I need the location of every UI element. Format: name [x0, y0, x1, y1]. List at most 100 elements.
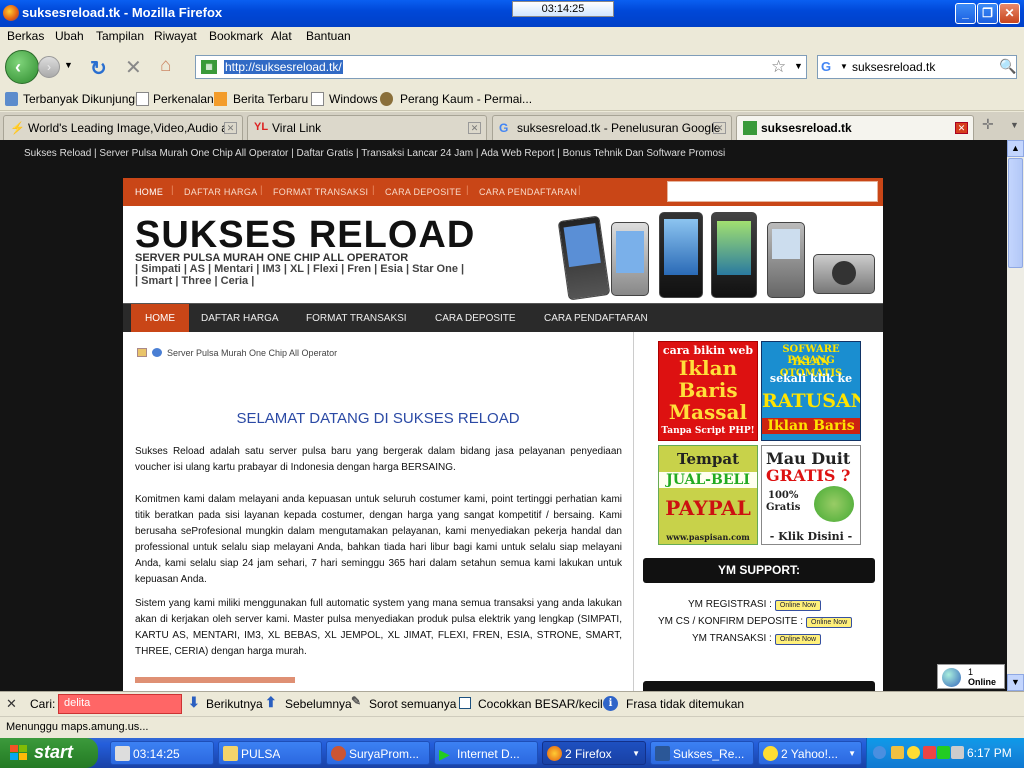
- up-arrow-icon[interactable]: ⬆: [265, 694, 277, 711]
- close-button[interactable]: ✕: [999, 3, 1020, 24]
- tab-close-icon[interactable]: ✕: [468, 122, 481, 134]
- group-dropdown-icon: ▼: [848, 749, 856, 758]
- ym-online-button[interactable]: Online Now: [774, 600, 822, 611]
- mainnav-format-transaksi[interactable]: FORMAT TRANSAKSI: [292, 304, 421, 333]
- menu-ubah[interactable]: Ubah: [55, 29, 84, 43]
- online-counter-widget[interactable]: 1 Online: [937, 664, 1005, 689]
- search-input[interactable]: suksesreload.tk: [852, 60, 935, 74]
- find-next-button[interactable]: Berikutnya: [206, 697, 263, 711]
- taskbar-item-sukses-re[interactable]: Sukses_Re...: [650, 741, 754, 765]
- topnav-daftar-harga[interactable]: DAFTAR HARGA: [184, 187, 257, 197]
- tab-1[interactable]: ⚡ World's Leading Image,Video,Audio a...…: [3, 115, 243, 140]
- topnav-format-transaksi[interactable]: FORMAT TRANSAKSI: [273, 187, 368, 197]
- highlight-all-button[interactable]: Sorot semuanya: [369, 697, 456, 711]
- info-icon: i: [603, 696, 618, 711]
- document-icon: [655, 746, 670, 761]
- mainnav-cara-pendaftaran[interactable]: CARA PENDAFTARAN: [530, 304, 662, 333]
- menu-riwayat[interactable]: Riwayat: [154, 29, 197, 43]
- tray-messenger-icon[interactable]: [891, 746, 904, 759]
- breadcrumb-text[interactable]: Server Pulsa Murah One Chip All Operator: [167, 348, 337, 358]
- tray-yahoo-icon[interactable]: [907, 746, 920, 759]
- match-case-checkbox[interactable]: [459, 697, 471, 709]
- topnav-cara-pendaftaran[interactable]: CARA PENDAFTARAN: [479, 187, 577, 197]
- highlight-pen-icon[interactable]: ✎: [351, 694, 361, 708]
- taskbar-item-clock[interactable]: 03:14:25: [110, 741, 214, 765]
- mainnav-daftar-harga[interactable]: DAFTAR HARGA: [187, 304, 293, 333]
- taskbar-item-suryaprom[interactable]: SuryaProm...: [326, 741, 430, 765]
- menu-alat[interactable]: Alat: [271, 29, 292, 43]
- start-label: start: [34, 742, 74, 762]
- forward-button[interactable]: ›: [38, 56, 60, 78]
- smiley-icon: [763, 746, 778, 761]
- taskbar-item-internet[interactable]: ▶ Internet D...: [434, 741, 538, 765]
- back-button[interactable]: ‹: [5, 50, 39, 84]
- ym-online-button[interactable]: Online Now: [774, 634, 822, 645]
- taskbar-item-yahoo[interactable]: 2 Yahoo!... ▼: [758, 741, 862, 765]
- url-text[interactable]: http://suksesreload.tk/: [224, 60, 343, 74]
- reload-icon[interactable]: ↻: [90, 56, 107, 81]
- down-arrow-icon[interactable]: ⬇: [188, 694, 200, 711]
- ad-sofware-pasang[interactable]: SOFWARE PASANG IKLAN OTOMATIS sekali kli…: [761, 341, 861, 441]
- menu-berkas[interactable]: Berkas: [7, 29, 44, 43]
- tab-2[interactable]: YL Viral Link ✕: [247, 115, 487, 140]
- menu-bookmark[interactable]: Bookmark: [209, 29, 263, 43]
- bookmark-terbanyak[interactable]: Terbanyak Dikunjungi: [23, 92, 138, 106]
- menu-bantuan[interactable]: Bantuan: [306, 29, 351, 43]
- mainnav-home[interactable]: HOME: [131, 304, 189, 333]
- tray-app-icon[interactable]: [923, 746, 936, 759]
- match-case-label[interactable]: Cocokkan BESAR/kecil: [478, 697, 603, 711]
- find-previous-button[interactable]: Sebelumnya: [285, 697, 352, 711]
- tab-4-active[interactable]: suksesreload.tk ✕: [736, 115, 974, 141]
- home-icon[interactable]: ⌂: [160, 55, 171, 77]
- tray-network-icon[interactable]: [951, 746, 964, 759]
- money-image: [814, 486, 854, 522]
- find-status-message: Frasa tidak ditemukan: [626, 697, 745, 711]
- tab-close-icon[interactable]: ✕: [713, 122, 726, 134]
- search-box[interactable]: G ▼ suksesreload.tk 🔍: [817, 55, 1017, 79]
- start-button[interactable]: start: [0, 738, 98, 768]
- vertical-scrollbar[interactable]: ▲ ▼: [1007, 140, 1024, 691]
- tab-close-icon[interactable]: ✕: [224, 122, 237, 134]
- topnav-cara-deposite[interactable]: CARA DEPOSITE: [385, 187, 461, 197]
- minimize-button[interactable]: _: [955, 3, 976, 24]
- tray-clock[interactable]: 6:17 PM: [967, 746, 1012, 760]
- bookmark-perang-kaum[interactable]: Perang Kaum - Permai...: [400, 92, 532, 106]
- ad-jual-beli-paypal[interactable]: Tempat JUAL-BELI PAYPAL www.paspisan.com: [658, 445, 758, 545]
- close-find-bar-icon[interactable]: ✕: [6, 696, 17, 712]
- history-dropdown-icon[interactable]: ▼: [64, 60, 73, 70]
- ad-iklan-baris-massal[interactable]: cara bikin web Iklan Baris Massal Tanpa …: [658, 341, 758, 441]
- site-header: SUKSES RELOAD SERVER PULSA MURAH ONE CHI…: [123, 206, 883, 303]
- mainnav-cara-deposite[interactable]: CARA DEPOSITE: [421, 304, 530, 333]
- user-icon: [152, 348, 162, 357]
- scroll-thumb[interactable]: [1008, 158, 1023, 268]
- maximize-button[interactable]: ❐: [977, 3, 998, 24]
- ad-mau-duit-gratis[interactable]: Mau Duit GRATIS ? 100% Gratis - Klik Dis…: [761, 445, 861, 545]
- search-engine-dropdown-icon[interactable]: ▼: [840, 62, 848, 71]
- stop-icon[interactable]: ✕: [125, 55, 142, 80]
- site-search-input[interactable]: [667, 181, 878, 202]
- tab-dropdown-icon[interactable]: ▼: [1010, 120, 1019, 130]
- scroll-down-icon[interactable]: ▼: [1007, 674, 1024, 691]
- tab-3[interactable]: G suksesreload.tk - Penelusuran Google ✕: [492, 115, 732, 140]
- tab-list-icon[interactable]: ✛: [982, 116, 994, 133]
- search-icon[interactable]: 🔍: [999, 58, 1016, 75]
- menu-tampilan[interactable]: Tampilan: [96, 29, 144, 43]
- ym-online-button[interactable]: Online Now: [806, 617, 853, 628]
- url-bar[interactable]: ▦ http://suksesreload.tk/ ☆ ▼: [195, 55, 807, 79]
- find-input[interactable]: delita: [58, 694, 182, 714]
- scroll-up-icon[interactable]: ▲: [1007, 140, 1024, 157]
- taskbar-item-firefox[interactable]: 2 Firefox ▼: [542, 741, 646, 765]
- google-icon[interactable]: G: [821, 59, 837, 75]
- site-logo-title[interactable]: SUKSES RELOAD: [135, 214, 475, 257]
- bookmark-star-icon[interactable]: ☆: [771, 57, 786, 77]
- bookmark-berita[interactable]: Berita Terbaru: [233, 92, 308, 106]
- tab-close-icon[interactable]: ✕: [955, 122, 968, 134]
- topnav-home[interactable]: HOME: [135, 187, 163, 197]
- bookmark-perkenalan[interactable]: Perkenalan: [153, 92, 214, 106]
- bookmark-windows[interactable]: Windows: [329, 92, 378, 106]
- url-dropdown-icon[interactable]: ▼: [794, 61, 803, 71]
- tray-chevron-icon[interactable]: [873, 746, 886, 759]
- firefox-icon: [3, 5, 19, 21]
- taskbar-item-pulsa[interactable]: PULSA: [218, 741, 322, 765]
- tray-play-icon[interactable]: [937, 746, 950, 759]
